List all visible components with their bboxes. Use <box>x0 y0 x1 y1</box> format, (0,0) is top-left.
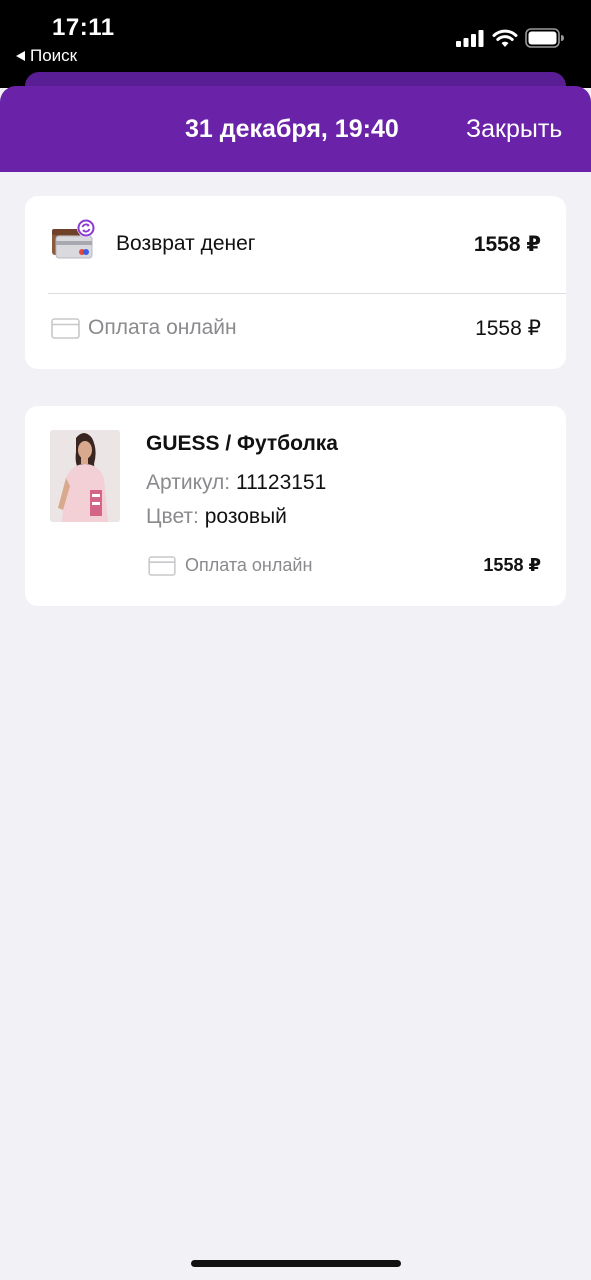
payment-amount: 1558 ₽ <box>475 317 541 340</box>
divider <box>48 293 566 294</box>
product-payment-label: Оплата онлайн <box>185 555 313 575</box>
refund-amount: 1558 ₽ <box>473 233 541 256</box>
product-title: GUESS / Футболка <box>146 432 338 455</box>
payment-method-label: Оплата онлайн <box>88 316 237 339</box>
color-row: Цвет: розовый <box>146 505 287 529</box>
refund-label: Возврат денег <box>116 232 256 255</box>
card-icon <box>148 556 176 576</box>
color-value: розовый <box>204 505 287 528</box>
refund-card: Возврат денег 1558 ₽ Оплата онлайн 1558 … <box>25 196 566 369</box>
battery-icon <box>525 28 564 48</box>
article-value: 11123151 <box>235 471 327 494</box>
product-photo-illustration <box>50 430 120 522</box>
product-photo[interactable] <box>50 430 120 522</box>
signal-icon <box>456 30 484 47</box>
close-button[interactable]: Закрыть <box>466 115 562 144</box>
color-key: Цвет: <box>146 505 199 528</box>
back-arrow-icon <box>16 51 25 61</box>
card-icon <box>51 318 80 339</box>
article-key: Артикул: <box>146 471 231 494</box>
product-payment-amount: 1558 ₽ <box>483 555 541 575</box>
sheet-header: 31 декабря, 19:40 Закрыть <box>0 86 591 172</box>
product-card[interactable]: GUESS / Футболка Артикул: 11123151 Цвет:… <box>25 406 566 606</box>
page-title: 31 декабря, 19:40 <box>185 115 399 143</box>
wifi-icon <box>492 29 518 47</box>
status-time: 17:11 <box>52 14 115 41</box>
refund-wallet-icon <box>52 219 95 259</box>
home-indicator[interactable] <box>191 1260 401 1267</box>
back-label: Поиск <box>30 46 78 65</box>
back-to-search-link[interactable]: Поиск <box>16 46 77 66</box>
article-row: Артикул: 11123151 <box>146 471 326 495</box>
